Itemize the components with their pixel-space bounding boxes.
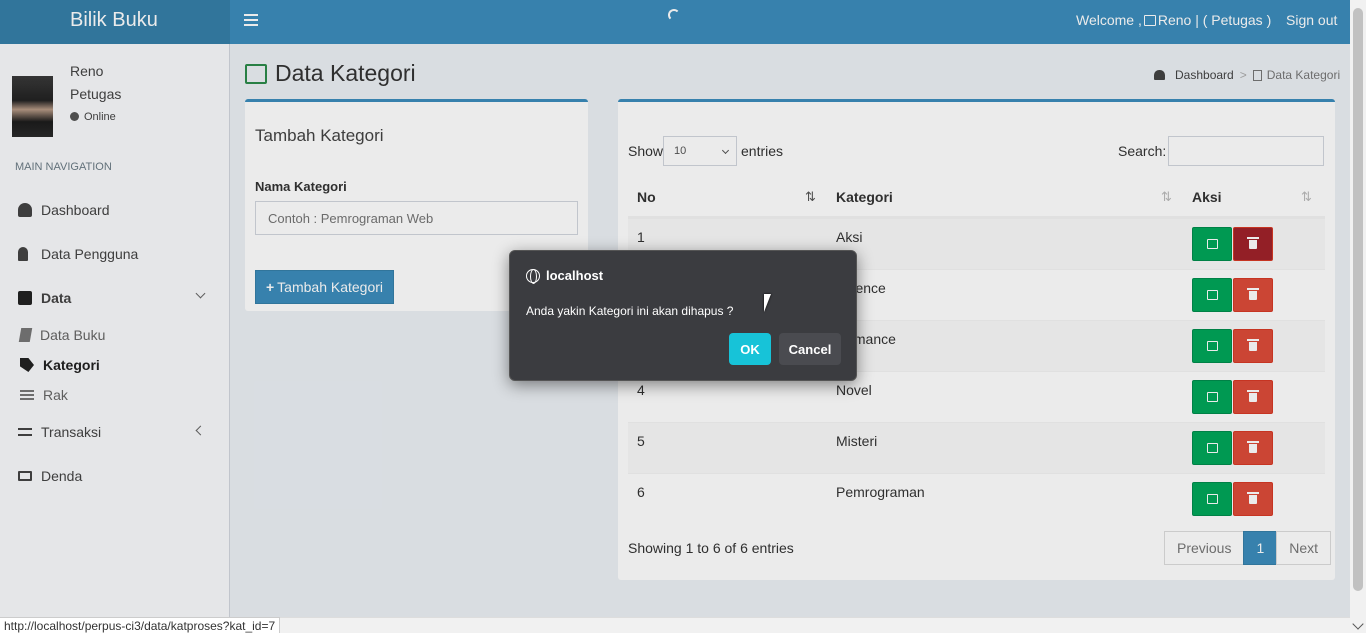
- scrollbar-thumb[interactable]: [1353, 8, 1363, 591]
- globe-icon: [526, 268, 540, 284]
- dialog-ok-button[interactable]: OK: [729, 333, 771, 365]
- dialog-cancel-button[interactable]: Cancel: [779, 333, 841, 365]
- dialog-origin-label: localhost: [546, 268, 604, 283]
- confirm-dialog: localhost Anda yakin Kategori ini akan d…: [509, 250, 857, 381]
- dialog-origin: localhost: [526, 268, 604, 284]
- status-bar-url: http://localhost/perpus-ci3/data/katpros…: [0, 617, 281, 633]
- vertical-scrollbar[interactable]: [1350, 0, 1366, 633]
- mouse-cursor-icon: [764, 294, 778, 312]
- scroll-down-icon[interactable]: [1352, 618, 1364, 630]
- dialog-message: Anda yakin Kategori ini akan dihapus ?: [526, 304, 734, 318]
